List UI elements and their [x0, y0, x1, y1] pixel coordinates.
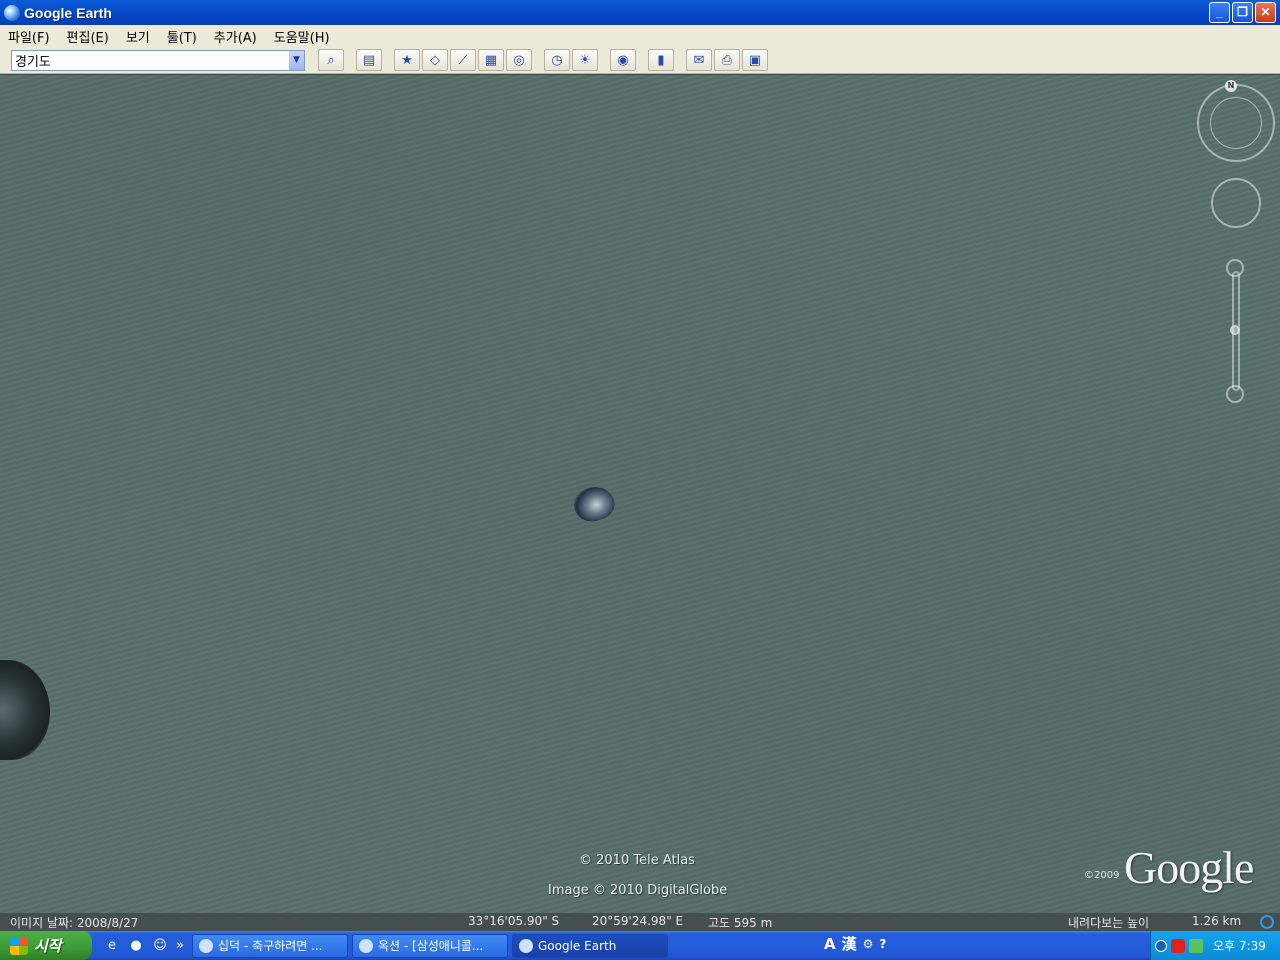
path-icon: ⟋ [458, 52, 468, 68]
tray-expand-icon[interactable] [1155, 939, 1167, 952]
taskbar-button-ie-2[interactable]: 옥션 - [삼성애니콜... [352, 933, 508, 958]
add-image-overlay-button[interactable]: ▦ [478, 49, 504, 71]
record-tour-icon: ◎ [513, 52, 525, 68]
eye-altitude-label: 내려다보는 높이 [1068, 916, 1150, 930]
altitude-readout: 고도 595 m [708, 916, 773, 930]
quicklaunch-ie-icon[interactable]: e [102, 936, 122, 956]
tele-atlas-credit: © 2010 Tele Atlas [579, 853, 695, 868]
map-statusbar: 이미지 날짜: 2008/8/27 33°16'05.90" S 20°59'2… [0, 913, 1280, 931]
taskbar-button-label: Google Earth [538, 938, 617, 953]
view-in-maps-icon: ▣ [748, 52, 762, 68]
move-navigation-ring[interactable] [1211, 178, 1261, 228]
sunlight-icon: ☀ [579, 52, 591, 68]
sidebar-toggle-button[interactable]: ▤ [356, 49, 382, 71]
google-earth-app-icon [4, 4, 20, 21]
google-earth-icon [519, 938, 533, 953]
historical-imagery-button[interactable]: ◷ [544, 49, 570, 71]
menu-add[interactable]: 추가(A) [206, 27, 266, 46]
digitalglobe-credit: Image © 2010 DigitalGlobe [548, 883, 728, 898]
map-coastline [0, 660, 50, 760]
window-titlebar[interactable]: Google Earth _ ❐ ✕ [0, 0, 1280, 25]
network-icon[interactable] [1189, 938, 1203, 953]
windows-logo-icon [10, 936, 28, 955]
minimize-button[interactable]: _ [1209, 2, 1230, 23]
planets-icon: ◉ [617, 52, 629, 68]
quicklaunch-chevron-icon[interactable]: » [174, 936, 186, 956]
start-button[interactable]: 시작 [0, 931, 92, 960]
system-tray: 오후 7:39 [1150, 931, 1280, 960]
windows-taskbar: 시작 e ● ☺ » 십덕 - 축구하려면 ... 옥션 - [삼성애니콜...… [0, 931, 1280, 960]
ime-help-icon[interactable]: ? [879, 937, 886, 951]
quicklaunch-messenger-icon[interactable]: ☺ [150, 936, 170, 956]
ime-alpha-mode[interactable]: A [824, 935, 836, 953]
eye-altitude-value: 1.26 km [1192, 914, 1242, 928]
compass-north-icon[interactable]: N [1225, 80, 1237, 92]
look-joystick[interactable] [1210, 97, 1262, 149]
sunlight-button[interactable]: ☀ [572, 49, 598, 71]
window-title: Google Earth [24, 4, 112, 21]
clock[interactable]: 오후 7:39 [1213, 937, 1266, 954]
menu-file[interactable]: 파일(F) [0, 27, 59, 46]
add-polygon-button[interactable]: ◇ [422, 49, 448, 71]
historical-imagery-icon: ◷ [551, 52, 563, 68]
record-tour-button[interactable]: ◎ [506, 49, 532, 71]
planets-button[interactable]: ◉ [610, 49, 636, 71]
search-button[interactable]: ⌕ [318, 49, 344, 71]
search-icon: ⌕ [327, 52, 335, 68]
add-placemark-button[interactable]: ★ [394, 49, 420, 71]
taskbar-button-label: 옥션 - [삼성애니콜... [378, 939, 484, 953]
streaming-progress-icon [1260, 915, 1274, 929]
taskbar-button-ie-1[interactable]: 십덕 - 축구하려면 ... [192, 933, 348, 958]
latitude-readout: 33°16'05.90" S [468, 914, 560, 928]
menu-tools[interactable]: 툴(T) [159, 27, 206, 46]
search-dropdown-arrow-icon[interactable]: ▼ [289, 50, 304, 70]
menu-help[interactable]: 도움말(H) [266, 27, 339, 46]
quicklaunch-firefox-icon[interactable]: ● [126, 936, 146, 956]
map-islet [569, 481, 619, 527]
google-logo-year: ©2009 [1084, 870, 1120, 881]
close-button[interactable]: ✕ [1255, 2, 1276, 23]
view-in-maps-button[interactable]: ▣ [742, 49, 768, 71]
email-icon: ✉ [693, 52, 705, 68]
search-combobox[interactable]: ▼ [11, 49, 305, 71]
image-date: 이미지 날짜: 2008/8/27 [10, 916, 139, 930]
ime-settings-icon[interactable]: ⚙ [863, 937, 874, 951]
polygon-icon: ◇ [430, 52, 440, 68]
placemark-icon: ★ [401, 52, 413, 68]
security-shield-icon[interactable] [1171, 938, 1185, 953]
image-overlay-icon: ▦ [484, 52, 498, 68]
ruler-icon: ▮ [657, 52, 665, 68]
print-icon: ⎙ [721, 52, 733, 68]
ime-hanja-mode[interactable]: 漢 [842, 933, 857, 954]
menubar: 파일(F) 편집(E) 보기 툴(T) 추가(A) 도움말(H) [0, 25, 1280, 47]
start-label: 시작 [34, 937, 62, 955]
google-logo: Google [1124, 842, 1254, 893]
add-path-button[interactable]: ⟋ [450, 49, 476, 71]
zoom-out-icon[interactable] [1226, 385, 1244, 403]
zoom-slider-thumb[interactable] [1230, 325, 1240, 335]
maximize-button[interactable]: ❐ [1232, 2, 1253, 23]
search-input[interactable] [12, 50, 289, 70]
print-button[interactable]: ⎙ [714, 49, 740, 71]
ie-page-icon [359, 938, 373, 953]
ruler-button[interactable]: ▮ [648, 49, 674, 71]
zoom-in-icon[interactable] [1226, 259, 1244, 277]
menu-view[interactable]: 보기 [118, 27, 159, 46]
language-bar[interactable]: A 漢 ⚙ ? [824, 933, 892, 954]
longitude-readout: 20°59'24.98" E [592, 914, 684, 928]
toolbar: ▼ ⌕ ▤ ★ ◇ ⟋ ▦ ◎ ◷ ☀ ◉ ▮ ✉ ⎙ ▣ [0, 47, 1280, 74]
earth-map-view[interactable]: © 2010 Tele Atlas Image © 2010 DigitalGl… [0, 75, 1280, 913]
menu-edit[interactable]: 편집(E) [59, 27, 118, 46]
sidebar-toggle-icon: ▤ [362, 52, 376, 68]
ie-page-icon [199, 938, 213, 953]
taskbar-button-label: 십덕 - 축구하려면 ... [218, 939, 323, 953]
taskbar-button-google-earth[interactable]: Google Earth [512, 933, 668, 958]
email-button[interactable]: ✉ [686, 49, 712, 71]
